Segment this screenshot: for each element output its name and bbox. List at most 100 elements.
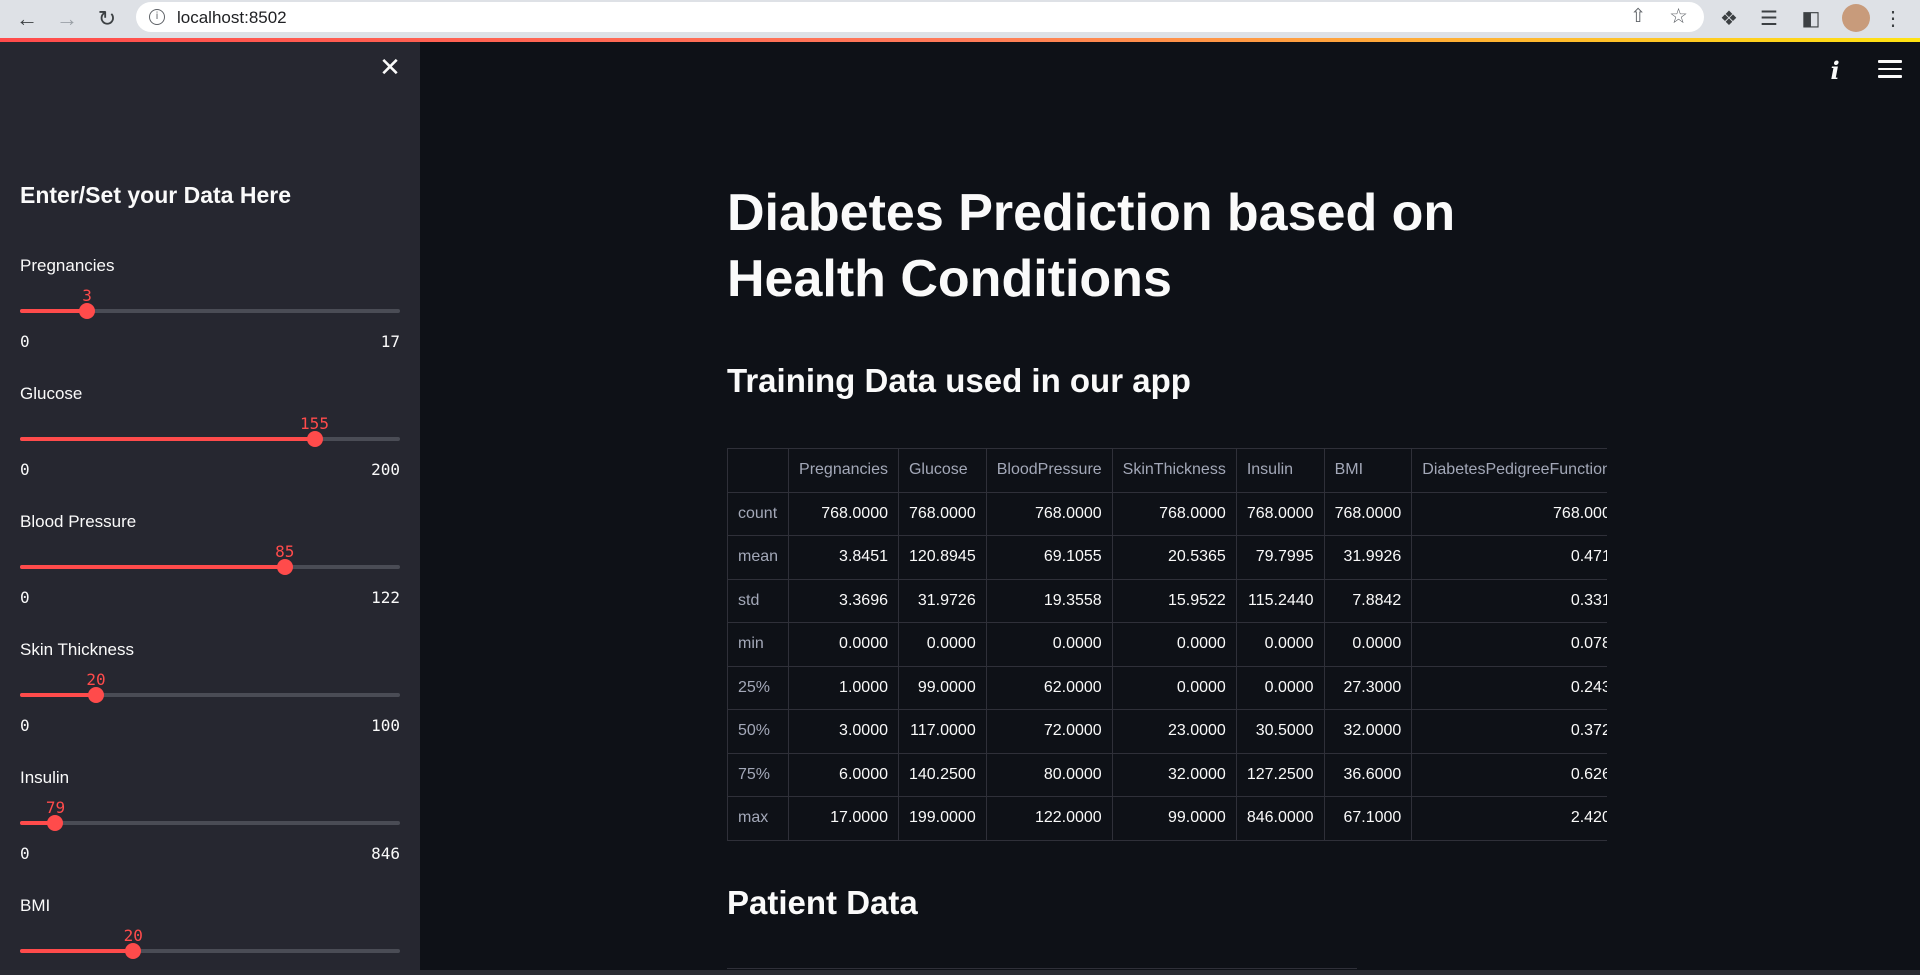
table-cell[interactable]: 80.0000 (985, 752, 1113, 797)
table-cell[interactable]: 0.0000 (1235, 622, 1325, 667)
table-cell[interactable]: 0.626 (1411, 752, 1607, 797)
column-header[interactable]: DiabetesPedigreeFunction (1411, 448, 1607, 493)
column-header[interactable]: BloodPressure (985, 448, 1113, 493)
table-cell[interactable]: 127.2500 (1235, 752, 1325, 797)
table-cell[interactable]: 768.0000 (1323, 491, 1413, 536)
table-cell[interactable]: 0.331 (1411, 578, 1607, 623)
table-cell[interactable]: 768.0000 (897, 491, 987, 536)
table-cell[interactable]: 20.5365 (1111, 535, 1237, 580)
forward-arrow-icon[interactable]: → (52, 4, 82, 34)
bmi-slider[interactable]: BMI 20 (20, 896, 400, 972)
table-cell[interactable]: 0.243 (1411, 665, 1607, 710)
slider-thumb[interactable] (47, 815, 64, 831)
url-text[interactable]: localhost:8502 (177, 8, 287, 28)
table-cell[interactable]: 69.1055 (985, 535, 1113, 580)
table-cell[interactable]: 122.0000 (985, 796, 1113, 841)
browser-menu-icon[interactable]: ⋮ (1880, 6, 1906, 32)
table-cell[interactable]: 3.3696 (788, 578, 899, 623)
extensions-puzzle-icon[interactable]: ❖ (1716, 6, 1742, 32)
side-panel-icon[interactable]: ◧ (1798, 6, 1824, 32)
table-cell[interactable]: 140.2500 (897, 752, 987, 797)
row-index-cell[interactable]: 50% (727, 709, 790, 754)
table-cell[interactable]: 199.0000 (897, 796, 987, 841)
table-cell[interactable]: 768.0000 (1235, 491, 1325, 536)
table-cell[interactable]: 19.3558 (985, 578, 1113, 623)
table-cell[interactable]: 7.8842 (1323, 578, 1413, 623)
slider-thumb[interactable] (88, 687, 104, 703)
row-index-cell[interactable]: mean (727, 535, 790, 580)
row-index-cell[interactable]: max (727, 796, 790, 841)
pregnancies-slider[interactable]: Pregnancies 3 0 17 (20, 256, 400, 376)
table-cell[interactable]: 0.0000 (1323, 622, 1413, 667)
table-cell[interactable]: 0.0000 (897, 622, 987, 667)
row-index-cell[interactable]: 75% (727, 752, 790, 797)
media-queue-icon[interactable]: ☰ (1756, 6, 1782, 32)
table-cell[interactable]: 31.9726 (897, 578, 987, 623)
skin-thickness-slider[interactable]: Skin Thickness 20 0 100 (20, 640, 400, 760)
table-cell[interactable]: 99.0000 (897, 665, 987, 710)
table-cell[interactable]: 0.372 (1411, 709, 1607, 754)
table-cell[interactable]: 768.0000 (788, 491, 899, 536)
hamburger-menu-icon[interactable] (1878, 60, 1902, 80)
site-info-icon[interactable]: i (149, 9, 165, 25)
slider-thumb[interactable] (306, 431, 323, 447)
slider-thumb[interactable] (79, 303, 96, 319)
table-cell[interactable]: 0.0000 (1111, 665, 1237, 710)
table-cell[interactable]: 3.0000 (788, 709, 899, 754)
column-header[interactable]: Pregnancies (788, 448, 899, 493)
back-arrow-icon[interactable]: ← (12, 4, 42, 34)
table-cell[interactable]: 23.0000 (1111, 709, 1237, 754)
slider-thumb[interactable] (125, 943, 142, 959)
table-cell[interactable]: 15.9522 (1111, 578, 1237, 623)
table-cell[interactable]: 846.0000 (1235, 796, 1325, 841)
table-cell[interactable]: 1.0000 (788, 665, 899, 710)
table-cell[interactable]: 6.0000 (788, 752, 899, 797)
glucose-slider[interactable]: Glucose 155 0 200 (20, 384, 400, 504)
table-cell[interactable]: 27.3000 (1323, 665, 1413, 710)
table-cell[interactable]: 30.5000 (1235, 709, 1325, 754)
share-icon[interactable]: ⇧ (1630, 5, 1646, 28)
table-cell[interactable]: 0.078 (1411, 622, 1607, 667)
table-cell[interactable]: 120.8945 (897, 535, 987, 580)
table-cell[interactable]: 31.9926 (1323, 535, 1413, 580)
insulin-slider[interactable]: Insulin 79 0 846 (20, 768, 400, 888)
table-cell[interactable]: 115.2440 (1235, 578, 1325, 623)
address-bar[interactable]: i localhost:8502 ⇧ ☆ (136, 2, 1704, 32)
column-header[interactable]: Glucose (897, 448, 987, 493)
table-cell[interactable]: 32.0000 (1111, 752, 1237, 797)
table-cell[interactable]: 0.0000 (788, 622, 899, 667)
table-cell[interactable]: 62.0000 (985, 665, 1113, 710)
row-index-cell[interactable]: count (727, 491, 790, 536)
table-cell[interactable]: 768.0000 (1111, 491, 1237, 536)
profile-avatar[interactable] (1842, 4, 1870, 32)
column-header[interactable]: BMI (1323, 448, 1413, 493)
table-cell[interactable]: 72.0000 (985, 709, 1113, 754)
table-cell[interactable]: 2.420 (1411, 796, 1607, 841)
table-cell[interactable]: 79.7995 (1235, 535, 1325, 580)
info-icon[interactable]: i (1822, 58, 1848, 84)
close-sidebar-icon[interactable]: ✕ (378, 55, 402, 81)
slider-thumb[interactable] (276, 559, 293, 575)
slider-track[interactable] (20, 821, 400, 825)
blood-pressure-slider[interactable]: Blood Pressure 85 0 122 (20, 512, 400, 632)
table-cell[interactable]: 0.0000 (1235, 665, 1325, 710)
table-cell[interactable]: 768.000 (1411, 491, 1607, 536)
table-cell[interactable]: 0.471 (1411, 535, 1607, 580)
reload-icon[interactable]: ↻ (92, 4, 122, 34)
column-header[interactable] (727, 448, 790, 493)
table-cell[interactable]: 3.8451 (788, 535, 899, 580)
row-index-cell[interactable]: std (727, 578, 790, 623)
row-index-cell[interactable]: min (727, 622, 790, 667)
table-cell[interactable]: 0.0000 (1111, 622, 1237, 667)
table-cell[interactable]: 0.0000 (985, 622, 1113, 667)
table-cell[interactable]: 67.1000 (1323, 796, 1413, 841)
column-header[interactable]: Insulin (1235, 448, 1325, 493)
table-cell[interactable]: 99.0000 (1111, 796, 1237, 841)
table-cell[interactable]: 768.0000 (985, 491, 1113, 536)
row-index-cell[interactable]: 25% (727, 665, 790, 710)
table-cell[interactable]: 36.6000 (1323, 752, 1413, 797)
table-cell[interactable]: 117.0000 (897, 709, 987, 754)
table-cell[interactable]: 17.0000 (788, 796, 899, 841)
table-cell[interactable]: 32.0000 (1323, 709, 1413, 754)
training-stats-table[interactable]: Pregnancies Glucose BloodPressure SkinTh… (727, 448, 1607, 846)
